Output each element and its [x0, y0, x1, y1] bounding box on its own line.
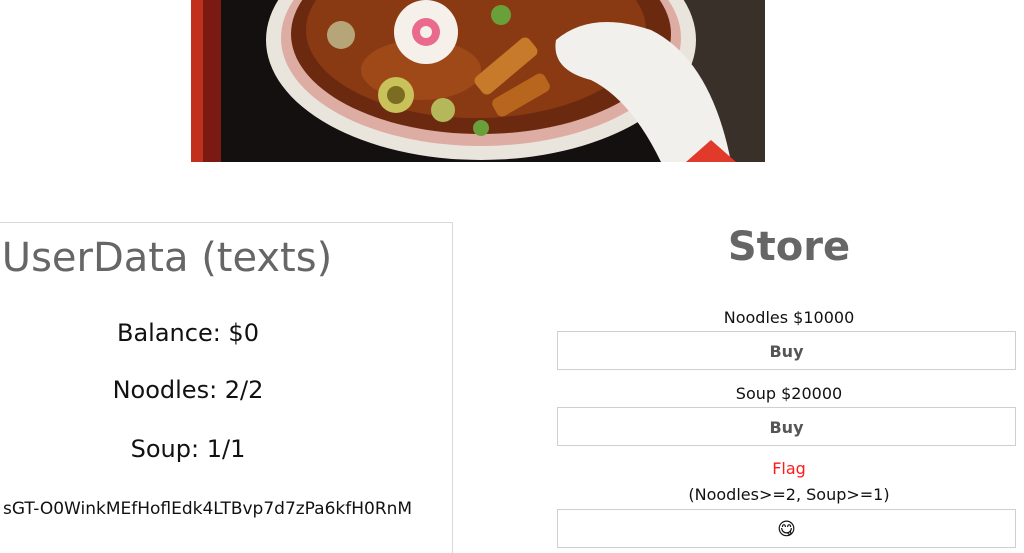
userdata-panel: UserData (texts) Balance: $0 Noodles: 2/…: [0, 222, 453, 553]
store-title: Store: [727, 224, 851, 270]
soup-count-text: Soup: 1/1: [130, 435, 246, 463]
ramen-photo: [191, 0, 765, 162]
buy-noodles-button[interactable]: Buy: [557, 331, 1016, 370]
buy-soup-button[interactable]: Buy: [557, 407, 1016, 446]
get-flag-button[interactable]: 😋: [557, 509, 1016, 548]
flag-label: Flag: [772, 459, 806, 478]
balance-text: Balance: $0: [117, 319, 259, 347]
flag-requirement-text: (Noodles>=2, Soup>=1): [688, 485, 890, 504]
userdata-title: UserData (texts): [1, 235, 333, 281]
noodles-count-text: Noodles: 2/2: [112, 376, 264, 404]
user-token-text: sGT-O0WinkMEfHoflEdk4LTBvp7d7zPa6kfH0RnM: [3, 499, 413, 519]
noodles-price-label: Noodles $10000: [723, 308, 855, 327]
soup-price-label: Soup $20000: [735, 384, 843, 403]
ramen-illustration: [191, 0, 765, 162]
